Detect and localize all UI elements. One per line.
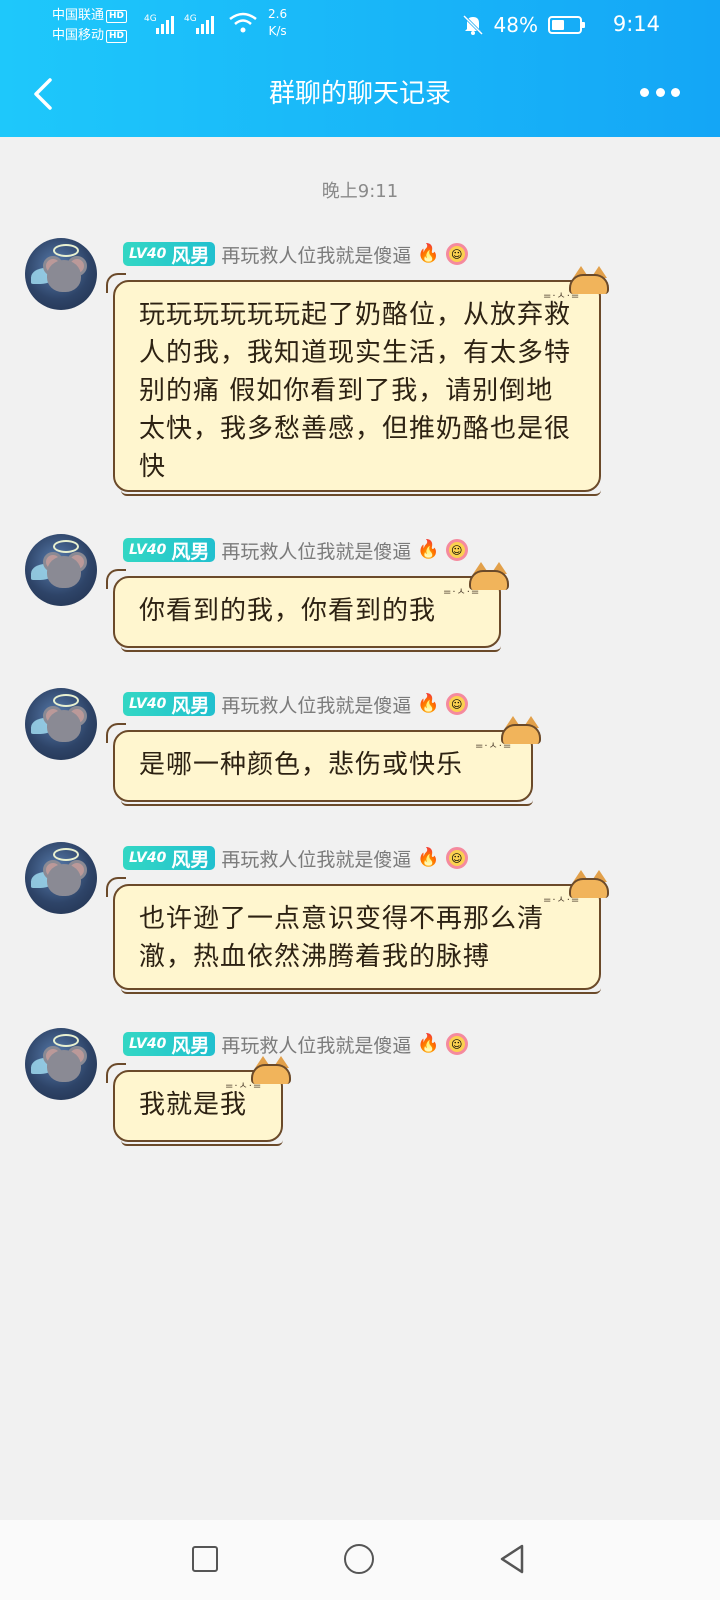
page-title: 群聊的聊天记录 bbox=[268, 79, 451, 109]
level-badge: LV40 风男 bbox=[123, 538, 216, 563]
message-text: 玩玩玩玩玩玩起了奶酪位，从放弃救人的我，我知道现实生活，有太多特别的痛 假如你看… bbox=[139, 300, 572, 482]
sender-line: LV40 风男 再玩救人位我就是傻逼 🔥 ☺ bbox=[123, 844, 468, 872]
smile-icon: ☺ bbox=[445, 693, 468, 715]
wifi-icon bbox=[229, 12, 257, 33]
square-icon[interactable] bbox=[192, 1546, 218, 1572]
message-text: 也许逊了一点意识变得不再那么清澈，热血依然沸腾着我的脉搏 bbox=[139, 904, 545, 972]
smile-icon: ☺ bbox=[445, 243, 468, 265]
carrier-1: 中国联通 bbox=[52, 8, 105, 23]
avatar[interactable] bbox=[25, 1028, 97, 1100]
network-speed: 2.6 K/s bbox=[268, 7, 288, 38]
level-badge: LV40 风男 bbox=[123, 846, 216, 871]
fire-icon: 🔥 bbox=[417, 243, 440, 264]
battery-icon bbox=[548, 16, 585, 34]
message-bubble[interactable]: =·ㅅ·= 也许逊了一点意识变得不再那么清澈，热血依然沸腾着我的脉搏 bbox=[106, 870, 609, 994]
svg-text:4G: 4G bbox=[184, 14, 197, 24]
more-icon[interactable] bbox=[640, 80, 680, 104]
sender-line: LV40 风男 再玩救人位我就是傻逼 🔥 ☺ bbox=[123, 690, 468, 718]
message-bubble[interactable]: =·ㅅ·= 是哪一种颜色，悲伤或快乐 bbox=[106, 716, 541, 806]
smile-icon: ☺ bbox=[445, 1033, 468, 1055]
navigation-bar bbox=[0, 1520, 720, 1600]
circle-icon[interactable] bbox=[344, 1544, 374, 1574]
battery-percent: 48% bbox=[493, 13, 538, 37]
cat-decoration-icon: =·ㅅ·= bbox=[225, 1056, 293, 1092]
sender-line: LV40 风男 再玩救人位我就是傻逼 🔥 ☺ bbox=[123, 240, 468, 268]
header-bar: 中国联通 HD 中国移动 HD 4G 4G 2.6 K/s 48% 9:14 群… bbox=[0, 0, 720, 137]
status-bar: 中国联通 HD 中国移动 HD 4G 4G 2.6 K/s 48% 9:14 bbox=[0, 0, 720, 50]
level-badge: LV40 风男 bbox=[123, 1032, 216, 1057]
carrier-info: 中国联通 HD 中国移动 HD bbox=[52, 6, 128, 46]
avatar[interactable] bbox=[25, 534, 97, 606]
sender-name[interactable]: 再玩救人位我就是傻逼 bbox=[221, 241, 411, 268]
cat-decoration-icon: =·ㅅ·= bbox=[543, 266, 611, 302]
message-bubble[interactable]: =·ㅅ·= 我就是我 bbox=[106, 1056, 291, 1146]
sender-line: LV40 风男 再玩救人位我就是傻逼 🔥 ☺ bbox=[123, 536, 468, 564]
level-badge: LV40 风男 bbox=[123, 692, 216, 717]
avatar[interactable] bbox=[25, 842, 97, 914]
hd-badge: HD bbox=[106, 10, 128, 23]
timestamp: 晚上9:11 bbox=[321, 181, 399, 202]
message-bubble[interactable]: =·ㅅ·= 玩玩玩玩玩玩起了奶酪位，从放弃救人的我，我知道现实生活，有太多特别的… bbox=[106, 266, 609, 496]
sender-name[interactable]: 再玩救人位我就是傻逼 bbox=[221, 691, 411, 718]
cat-decoration-icon: =·ㅅ·= bbox=[443, 562, 511, 598]
fire-icon: 🔥 bbox=[417, 1033, 440, 1054]
clock: 9:14 bbox=[612, 12, 660, 36]
avatar[interactable] bbox=[25, 688, 97, 760]
sender-name[interactable]: 再玩救人位我就是傻逼 bbox=[221, 1031, 411, 1058]
fire-icon: 🔥 bbox=[417, 847, 440, 868]
hd-badge: HD bbox=[106, 30, 128, 43]
message-bubble[interactable]: =·ㅅ·= 你看到的我，你看到的我 bbox=[106, 562, 509, 652]
status-right: 48% bbox=[462, 13, 585, 37]
sender-name[interactable]: 再玩救人位我就是傻逼 bbox=[221, 537, 411, 564]
cat-decoration-icon: =·ㅅ·= bbox=[475, 716, 543, 752]
sender-line: LV40 风男 再玩救人位我就是傻逼 🔥 ☺ bbox=[123, 1030, 468, 1058]
fire-icon: 🔥 bbox=[417, 693, 440, 714]
triangle-back-icon[interactable] bbox=[496, 1542, 528, 1576]
fire-icon: 🔥 bbox=[417, 539, 440, 560]
sender-name[interactable]: 再玩救人位我就是傻逼 bbox=[221, 845, 411, 872]
smile-icon: ☺ bbox=[445, 539, 468, 561]
smile-icon: ☺ bbox=[445, 847, 468, 869]
carrier-2: 中国移动 bbox=[52, 28, 105, 43]
message-text: 你看到的我，你看到的我 bbox=[139, 596, 437, 626]
signal-icon: 4G 4G bbox=[144, 14, 214, 34]
bell-off-icon bbox=[462, 14, 483, 36]
message-text: 是哪一种颜色，悲伤或快乐 bbox=[139, 750, 464, 780]
svg-text:4G: 4G bbox=[144, 14, 157, 24]
avatar[interactable] bbox=[25, 238, 97, 310]
level-badge: LV40 风男 bbox=[123, 242, 216, 267]
cat-decoration-icon: =·ㅅ·= bbox=[543, 870, 611, 906]
